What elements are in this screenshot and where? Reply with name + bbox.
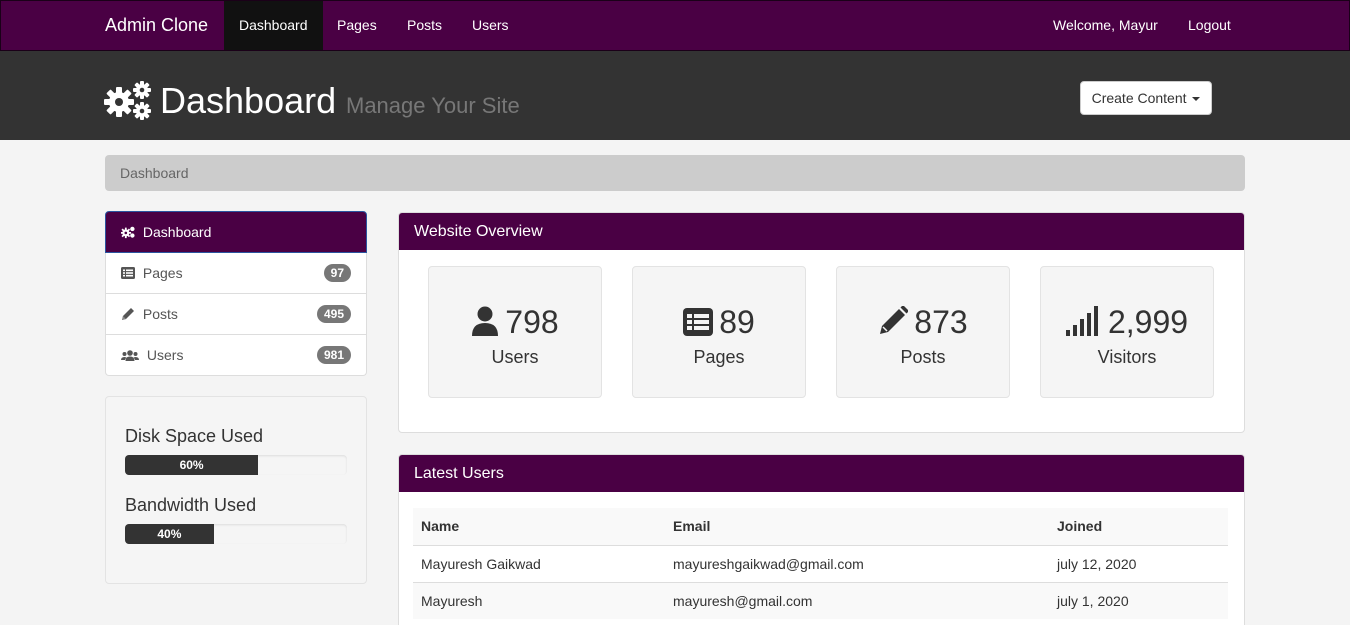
- stat-label: Users: [491, 347, 539, 367]
- nav-dashboard[interactable]: Dashboard: [224, 1, 323, 50]
- nav-welcome[interactable]: Welcome, Mayur: [1038, 1, 1173, 50]
- bandwidth-heading: Bandwidth Used: [125, 495, 257, 515]
- usage-well: Disk Space Used 60% Bandwidth Used 40%: [105, 396, 367, 584]
- stat-value: 798: [505, 304, 559, 340]
- sidebar-menu: Dashboard Pages 97 Posts 495 Users 981: [105, 211, 367, 376]
- bandwidth-progress-bar: 40%: [125, 524, 214, 544]
- disk-space-progress: 60%: [125, 455, 347, 475]
- user-icon: [472, 306, 499, 336]
- table-row: Mayuresh Gaikwad mayureshgaikwad@gmail.c…: [413, 544, 1228, 582]
- sidebar-item-label: Pages: [142, 265, 183, 281]
- stat-value: 2,999: [1107, 304, 1189, 340]
- stat-users: 798 Users: [428, 266, 602, 398]
- stat-value: 873: [914, 304, 968, 340]
- pencil-icon: [880, 305, 910, 334]
- disk-space-progress-bar: 60%: [125, 455, 259, 475]
- column-header-email: Email: [665, 508, 1049, 546]
- panel-heading: Website Overview: [399, 213, 1244, 250]
- nav-users[interactable]: Users: [457, 1, 524, 50]
- bandwidth-progress: 40%: [125, 524, 347, 544]
- table-row: Mayuresh mayuresh@gmail.com july 1, 2020: [413, 581, 1228, 619]
- stat-label: Pages: [693, 347, 745, 367]
- breadcrumb: Dashboard: [105, 155, 1245, 191]
- nav-logout[interactable]: Logout: [1173, 1, 1246, 50]
- sidebar-item-label: Dashboard: [142, 224, 212, 240]
- count-badge: 981: [316, 346, 351, 364]
- sidebar-item-label: Users: [146, 347, 184, 363]
- users-icon: [121, 350, 139, 361]
- stat-posts: 873 Posts: [836, 266, 1010, 398]
- panel-heading: Latest Users: [399, 455, 1244, 492]
- nav-posts[interactable]: Posts: [392, 1, 457, 50]
- nav-pages[interactable]: Pages: [322, 1, 392, 50]
- sidebar-item-posts[interactable]: Posts 495: [105, 294, 367, 335]
- gears-icon: [121, 226, 135, 239]
- list-icon: [121, 267, 135, 279]
- top-navbar: Admin Clone Dashboard Pages Posts Users …: [0, 0, 1350, 51]
- users-table: Name Email Joined Mayuresh Gaikwad mayur…: [413, 508, 1228, 619]
- caret-down-icon: [1192, 97, 1201, 102]
- brand-link[interactable]: Admin Clone: [105, 15, 208, 36]
- latest-users-panel: Latest Users Name Email Joined Mayuresh …: [398, 454, 1245, 625]
- user-joined: july 1, 2020: [1049, 581, 1228, 619]
- page-subtitle: Manage Your Site: [346, 93, 520, 118]
- breadcrumb-item[interactable]: Dashboard: [120, 165, 189, 181]
- pencil-icon: [122, 308, 134, 320]
- sidebar-item-dashboard[interactable]: Dashboard: [105, 211, 367, 253]
- create-content-button[interactable]: Create Content: [1080, 81, 1212, 115]
- user-joined: july 12, 2020: [1049, 544, 1228, 582]
- count-badge: 495: [316, 305, 351, 323]
- list-icon: [683, 308, 714, 336]
- page-title: Dashboard: [160, 80, 337, 121]
- user-email: mayuresh@gmail.com: [665, 581, 1049, 619]
- page-header: Dashboard Manage Your Site Create Conten…: [0, 51, 1350, 140]
- stat-pages: 89 Pages: [632, 266, 806, 398]
- count-badge: 97: [323, 264, 351, 282]
- disk-space-heading: Disk Space Used: [125, 426, 264, 446]
- table-header-row: Name Email Joined: [413, 508, 1228, 546]
- stat-value: 89: [719, 304, 755, 340]
- user-email: mayureshgaikwad@gmail.com: [665, 544, 1049, 582]
- create-content-label: Create Content: [1091, 90, 1187, 106]
- column-header-name: Name: [413, 508, 665, 546]
- user-name: Mayuresh Gaikwad: [413, 544, 665, 582]
- stat-label: Visitors: [1097, 347, 1157, 367]
- signal-icon: [1065, 306, 1098, 336]
- stat-label: Posts: [900, 347, 946, 367]
- sidebar-item-users[interactable]: Users 981: [105, 335, 367, 376]
- user-name: Mayuresh: [413, 581, 665, 619]
- stat-visitors: 2,999 Visitors: [1040, 266, 1214, 398]
- website-overview-panel: Website Overview 798 Users 89 Pages 873 …: [398, 212, 1245, 433]
- sidebar-item-pages[interactable]: Pages 97: [105, 253, 367, 294]
- sidebar-item-label: Posts: [142, 306, 178, 322]
- column-header-joined: Joined: [1049, 508, 1228, 546]
- gears-icon: [104, 81, 151, 120]
